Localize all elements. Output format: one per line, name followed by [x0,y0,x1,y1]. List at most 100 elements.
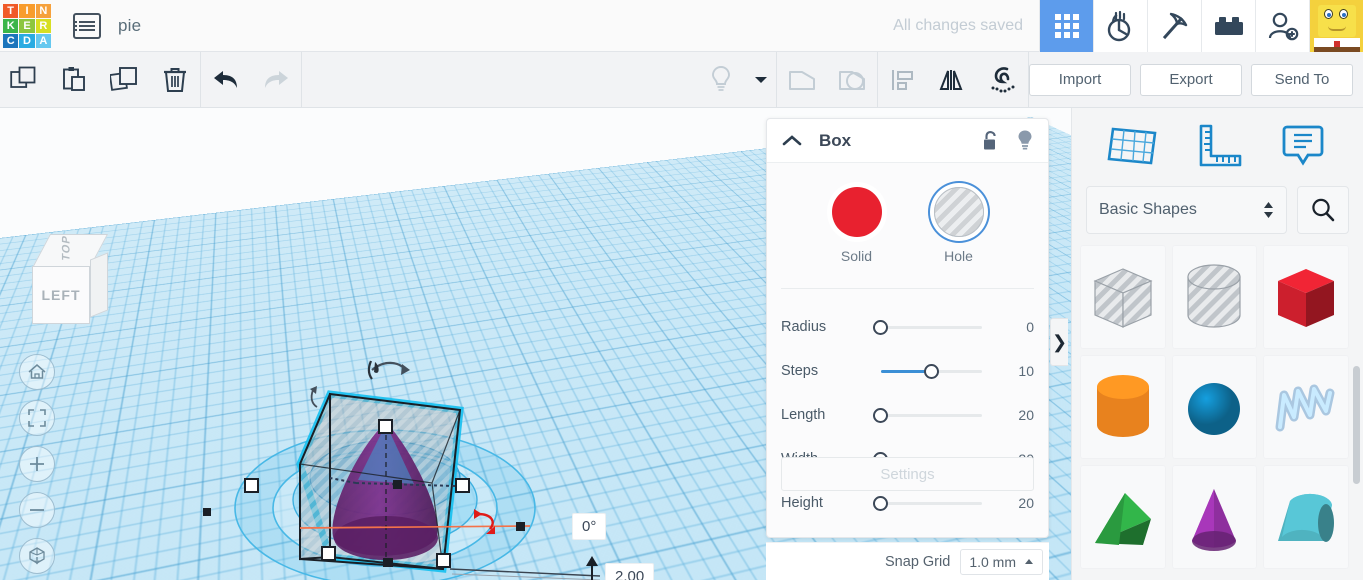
solid-label: Solid [840,248,873,264]
group-tool-group [777,52,877,108]
search-icon[interactable] [1297,186,1349,234]
logo-tile-i: I [19,3,35,18]
notes-icon[interactable] [1273,117,1333,175]
shape-thumbnail [1094,493,1151,545]
chevron-up-icon[interactable] [781,134,803,148]
property-value[interactable]: 20 [998,407,1034,423]
solid-swatch[interactable] [831,187,882,237]
3d-design-grid-icon[interactable] [1039,0,1093,52]
project-title[interactable]: pie [118,16,141,36]
shapes-panel: Basic Shapes [1071,108,1363,580]
project-list-icon[interactable] [73,12,101,39]
history-tool-group [201,52,301,108]
snap-grid-value: 1.0 mm [969,553,1016,570]
shape-category-select[interactable]: Basic Shapes [1086,186,1287,234]
undo-icon[interactable] [201,52,251,108]
lego-brick-icon[interactable] [1201,0,1255,52]
property-slider[interactable] [863,492,992,514]
ungroup-icon[interactable] [827,52,877,108]
shape-search-row: Basic Shapes [1072,184,1363,234]
duplicate-icon[interactable] [100,52,150,108]
hole-mode-option[interactable]: Hole [933,187,984,264]
paste-icon[interactable] [50,52,100,108]
logo-tile-n: N [35,3,51,18]
logo-tile-d: D [19,33,35,48]
shape-item-scribble[interactable] [1263,355,1349,459]
inspector-header-icons [982,129,1034,152]
logo-tile-a: A [35,33,51,48]
minecraft-pickaxe-icon[interactable] [1147,0,1201,52]
panel-tabs [1072,108,1363,184]
shape-item-sphere[interactable] [1171,355,1258,459]
lightbulb-icon[interactable] [1016,129,1034,152]
property-label: Radius [781,319,827,335]
property-slider[interactable] [863,404,992,426]
mirror-icon[interactable] [928,52,978,108]
slider-knob[interactable] [873,495,888,511]
add-person-icon[interactable] [1255,0,1309,52]
shape-thumbnail [1278,269,1335,327]
logo-tile-t: T [3,3,19,18]
workplane-icon[interactable] [1103,117,1163,175]
solid-mode-option[interactable]: Solid [831,187,882,264]
top-bar: TIN KER CDA pie All changes saved [0,0,1363,52]
unlock-icon[interactable] [982,130,1000,152]
property-value[interactable]: 10 [998,363,1034,379]
group-icon[interactable] [777,52,827,108]
lightbulb-icon[interactable] [696,52,746,108]
toolbar-divider-2 [301,51,302,108]
shape-thumbnail [1187,264,1242,328]
property-value[interactable]: 0 [998,319,1034,335]
import-button[interactable]: Import [1029,63,1131,96]
save-status: All changes saved [893,16,1023,34]
slider-knob[interactable] [923,363,939,379]
logo-tile-c: C [3,33,19,48]
logo-tile-k: K [3,18,19,33]
shape-item-box[interactable] [1263,245,1349,349]
redo-icon[interactable] [251,52,301,108]
shape-item-cylinder[interactable] [1080,355,1166,459]
solid-hole-toggle: Solid Hole [767,187,1048,264]
align-icon[interactable] [878,52,928,108]
property-slider[interactable] [863,316,992,338]
export-button[interactable]: Export [1140,63,1242,96]
property-label: Steps [781,363,819,379]
snap-grid-bar: Snap Grid 1.0 mm [766,542,1049,580]
property-label: Length [781,407,826,423]
shape-item-roof[interactable] [1263,465,1349,569]
tinkercad-logo[interactable]: TIN KER CDA [3,3,51,48]
shape-scrollbar-thumb[interactable] [1353,366,1360,484]
avatar[interactable] [1309,0,1363,52]
snap-grid-select[interactable]: 1.0 mm [960,548,1043,575]
property-value[interactable]: 20 [998,495,1034,511]
shape-thumbnail [1275,384,1335,432]
visibility-tool-group [696,52,776,108]
property-row: Steps 10 [767,349,1048,393]
shape-item-wedge[interactable] [1080,465,1166,569]
collapse-panel-button[interactable]: ❯ [1050,318,1068,366]
shape-thumbnail [1192,489,1237,551]
property-slider[interactable] [863,360,992,382]
hole-swatch[interactable] [933,187,984,237]
shape-item-cone[interactable] [1171,465,1258,569]
inspector-title: Box [819,130,852,150]
shape-thumbnail [1188,383,1241,435]
settings-button[interactable]: Settings [781,457,1034,491]
circuits-icon[interactable] [1093,0,1147,52]
height-offset-label: 2.00 [605,563,655,580]
send-to-button[interactable]: Send To [1251,63,1353,96]
shape-item-hole-box[interactable] [1080,245,1166,349]
magnet-snap-icon[interactable] [978,52,1028,108]
tinkercad-app: TINKERCDA pie All changes saved Import E… [0,0,1363,580]
ruler-icon[interactable] [1188,117,1248,175]
arrange-tool-group [878,52,1028,108]
shape-item-hole-cylinder[interactable] [1171,245,1258,349]
slider-knob[interactable] [873,407,888,423]
copy-icon[interactable] [0,52,50,108]
shape-thumbnail [1278,493,1335,542]
slider-knob[interactable] [873,319,888,335]
edit-tool-group [0,52,200,108]
chevron-down-icon[interactable] [746,52,776,108]
delete-trash-icon[interactable] [150,52,200,108]
shape-thumbnail [1093,268,1153,328]
